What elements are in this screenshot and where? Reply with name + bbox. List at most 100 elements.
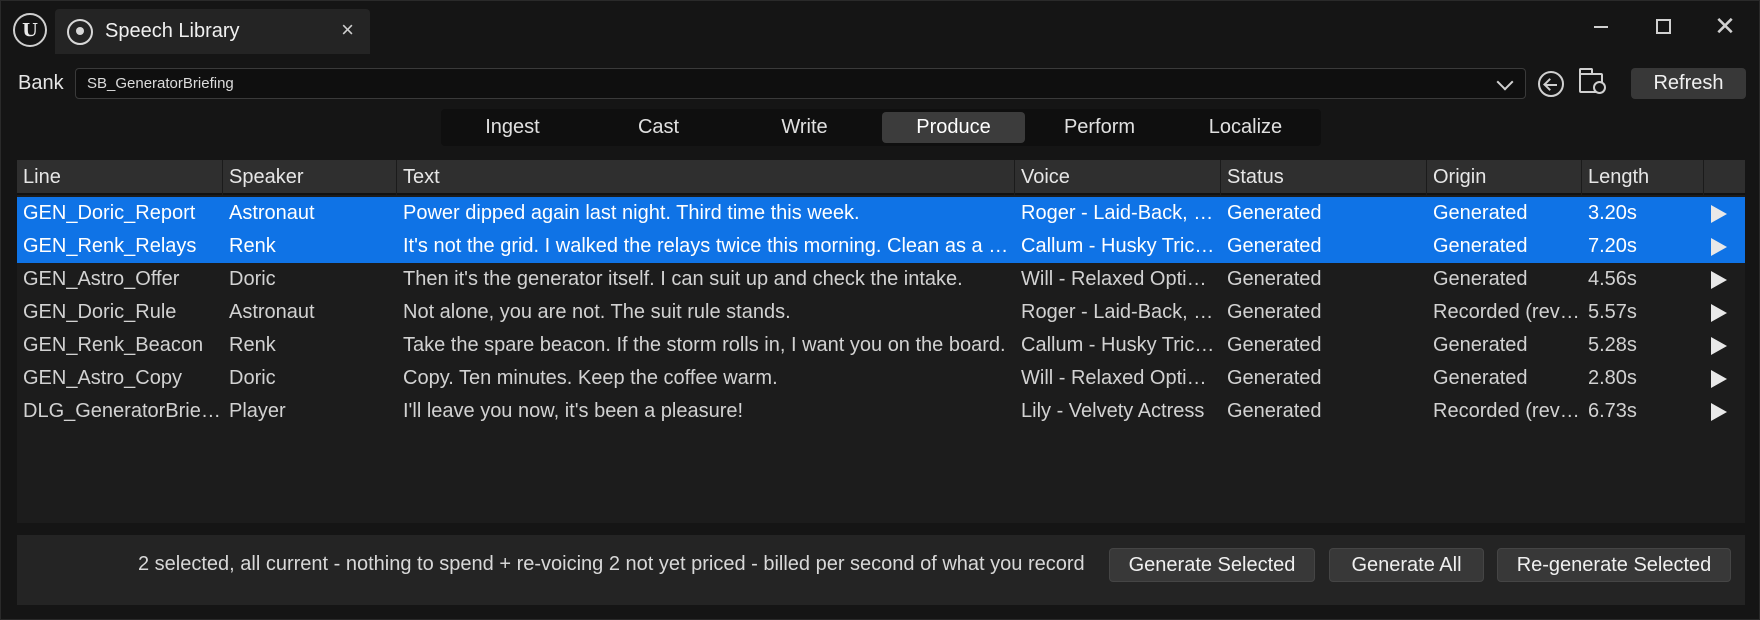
play-icon[interactable]	[1711, 271, 1727, 289]
cell-origin: Generated	[1433, 268, 1528, 290]
column-header-play	[1704, 160, 1745, 195]
cell-line: GEN_Renk_Beacon	[23, 334, 204, 356]
generate-all-button[interactable]: Generate All	[1329, 548, 1484, 582]
speech-bubble-icon	[67, 19, 93, 45]
cell-voice: Roger - Laid-Back, C...	[1021, 301, 1221, 323]
column-header-speaker[interactable]: Speaker	[223, 160, 397, 195]
tab-speech-library[interactable]: Speech Library ×	[55, 9, 370, 54]
navigate-back-icon[interactable]	[1538, 71, 1564, 97]
cell-length: 4.56s	[1588, 268, 1637, 290]
maximize-icon	[1656, 19, 1671, 34]
cell-line: GEN_Doric_Rule	[23, 301, 177, 323]
table-row[interactable]: GEN_Renk_Relays Renk It's not the grid. I …	[17, 230, 1745, 263]
tab-write[interactable]: Write	[733, 112, 876, 143]
cell-speaker: Renk	[229, 334, 276, 356]
column-header-status[interactable]: Status	[1221, 160, 1427, 195]
cell-voice: Will - Relaxed Optimi...	[1021, 367, 1221, 389]
table-row[interactable]: DLG_GeneratorBriefi... Player I'll leave y…	[17, 395, 1745, 428]
cell-text: It's not the grid. I walked the relays t…	[403, 235, 1015, 257]
cell-speaker: Doric	[229, 367, 276, 389]
cell-length: 5.28s	[1588, 334, 1637, 356]
tab-ingest[interactable]: Ingest	[441, 112, 584, 143]
play-icon[interactable]	[1711, 370, 1727, 388]
tab-produce[interactable]: Produce	[882, 112, 1025, 143]
mode-tabs: Ingest Cast Write Produce Perform Locali…	[441, 109, 1321, 146]
table-row[interactable]: GEN_Renk_Beacon Renk Take the spare beacon…	[17, 329, 1745, 362]
cell-length: 3.20s	[1588, 202, 1637, 224]
close-window-button[interactable]: ✕	[1705, 9, 1745, 43]
generate-selected-button[interactable]: Generate Selected	[1109, 548, 1315, 582]
cell-status: Generated	[1227, 235, 1322, 257]
cell-text: I'll leave you now, it's been a pleasure…	[403, 400, 744, 422]
maximize-button[interactable]	[1643, 9, 1683, 43]
tab-title: Speech Library	[105, 20, 240, 42]
cell-speaker: Player	[229, 400, 286, 422]
cell-line: GEN_Doric_Report	[23, 202, 196, 224]
play-icon[interactable]	[1711, 403, 1727, 421]
cell-length: 5.57s	[1588, 301, 1637, 323]
tab-perform[interactable]: Perform	[1028, 112, 1171, 143]
column-header-line[interactable]: Line	[17, 160, 223, 195]
browse-folder-icon[interactable]	[1579, 68, 1606, 94]
cell-line: DLG_GeneratorBriefi...	[23, 400, 223, 422]
bank-select[interactable]: SB_GeneratorBriefing	[75, 68, 1526, 99]
cell-voice: Callum - Husky Trick...	[1021, 235, 1221, 257]
table-header: Line Speaker Text Voice Status Origin Le…	[17, 160, 1745, 195]
cell-voice: Will - Relaxed Optimi...	[1021, 268, 1221, 290]
cell-status: Generated	[1227, 301, 1322, 323]
column-header-length[interactable]: Length	[1582, 160, 1704, 195]
chevron-down-icon	[1496, 73, 1514, 91]
cell-length: 2.80s	[1588, 367, 1637, 389]
cell-speaker: Renk	[229, 235, 276, 257]
cell-speaker: Doric	[229, 268, 276, 290]
cell-text: Not alone, you are not. The suit rule st…	[403, 301, 791, 323]
tab-localize[interactable]: Localize	[1174, 112, 1317, 143]
cell-status: Generated	[1227, 334, 1322, 356]
table-row[interactable]: GEN_Doric_Rule Astronaut Not alone, you ar…	[17, 296, 1745, 329]
tab-close-icon[interactable]: ×	[341, 18, 354, 42]
cell-voice: Callum - Husky Trick...	[1021, 334, 1221, 356]
cell-speaker: Astronaut	[229, 301, 315, 323]
cell-speaker: Astronaut	[229, 202, 315, 224]
cell-text: Power dipped again last night. Third tim…	[403, 202, 860, 224]
refresh-button[interactable]: Refresh	[1631, 68, 1746, 99]
minimize-button[interactable]	[1581, 9, 1621, 43]
unreal-logo-icon[interactable]: U	[13, 13, 47, 47]
minimize-icon	[1594, 26, 1608, 28]
table-row[interactable]: GEN_Doric_Report Astronaut Power dipped ag…	[17, 197, 1745, 230]
cell-voice: Roger - Laid-Back, C...	[1021, 202, 1221, 224]
play-icon[interactable]	[1711, 337, 1727, 355]
bank-select-value: SB_GeneratorBriefing	[87, 75, 234, 92]
regenerate-selected-button[interactable]: Re-generate Selected	[1497, 548, 1731, 582]
column-header-origin[interactable]: Origin	[1427, 160, 1582, 195]
title-bar: U Speech Library × ✕	[1, 1, 1759, 61]
column-header-text[interactable]: Text	[397, 160, 1015, 195]
cell-status: Generated	[1227, 202, 1322, 224]
cell-status: Generated	[1227, 367, 1322, 389]
cell-status: Generated	[1227, 268, 1322, 290]
cell-origin: Recorded (revo...	[1433, 301, 1582, 323]
cell-text: Then it's the generator itself. I can su…	[403, 268, 963, 290]
cell-origin: Generated	[1433, 367, 1528, 389]
cell-origin: Recorded (revo...	[1433, 400, 1582, 422]
play-icon[interactable]	[1711, 205, 1727, 223]
cost-summary: 2 selected, all current - nothing to spe…	[138, 553, 1085, 575]
column-header-voice[interactable]: Voice	[1015, 160, 1221, 195]
cell-line: GEN_Astro_Offer	[23, 268, 180, 290]
cell-origin: Generated	[1433, 202, 1528, 224]
table-row[interactable]: GEN_Astro_Offer Doric Then it's the genera…	[17, 263, 1745, 296]
cell-text: Copy. Ten minutes. Keep the coffee warm.	[403, 367, 778, 389]
cell-line: GEN_Astro_Copy	[23, 367, 182, 389]
bank-label: Bank	[18, 72, 64, 94]
cell-length: 7.20s	[1588, 235, 1637, 257]
cell-line: GEN_Renk_Relays	[23, 235, 197, 257]
cell-voice: Lily - Velvety Actress	[1021, 400, 1205, 422]
cell-length: 6.73s	[1588, 400, 1637, 422]
lines-table: Line Speaker Text Voice Status Origin Le…	[17, 160, 1745, 523]
cell-origin: Generated	[1433, 334, 1528, 356]
play-icon[interactable]	[1711, 304, 1727, 322]
play-icon[interactable]	[1711, 238, 1727, 256]
cell-origin: Generated	[1433, 235, 1528, 257]
table-row[interactable]: GEN_Astro_Copy Doric Copy. Ten minutes. Ke…	[17, 362, 1745, 395]
tab-cast[interactable]: Cast	[587, 112, 730, 143]
